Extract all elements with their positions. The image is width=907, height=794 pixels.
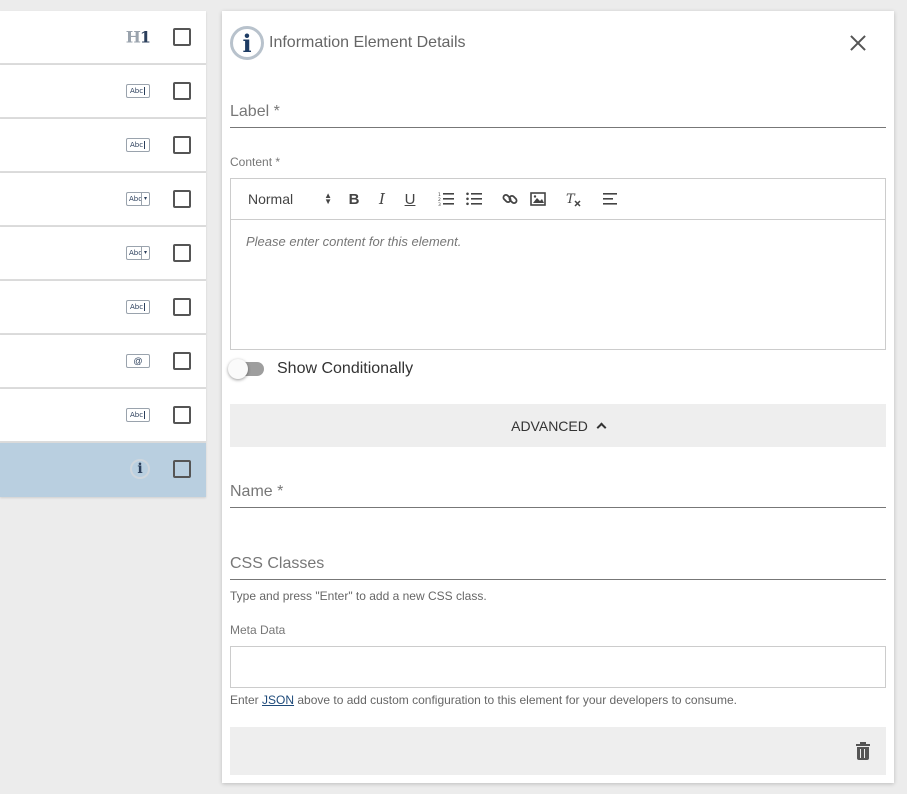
text-field-icon: Abc: [126, 84, 150, 98]
panel-title: Information Element Details: [269, 34, 466, 51]
editor-toolbar: Normal ▲ ▼ B I U 1 2 3 T: [231, 179, 885, 220]
content-editor-area[interactable]: Please enter content for this element.: [231, 220, 885, 263]
list-item[interactable]: Abc ▾: [0, 227, 206, 281]
info-icon: i: [230, 26, 264, 60]
item-checkbox[interactable]: [173, 190, 191, 208]
item-checkbox[interactable]: [173, 82, 191, 100]
updown-icon: ▲ ▼: [324, 191, 332, 206]
link-icon: [502, 194, 518, 204]
text-field-icon: Abc: [126, 138, 150, 152]
list-item[interactable]: @: [0, 335, 206, 389]
clear-format-icon: T: [566, 192, 581, 207]
content-placeholder: Please enter content for this element.: [246, 234, 462, 249]
list-item-selected[interactable]: i: [0, 443, 206, 497]
text-field-icon: Abc: [126, 300, 150, 314]
close-icon[interactable]: [848, 33, 868, 53]
item-checkbox[interactable]: [173, 136, 191, 154]
list-item[interactable]: Abc: [0, 119, 206, 173]
name-input[interactable]: [230, 477, 886, 508]
show-conditionally-row: Show Conditionally: [228, 357, 414, 381]
css-field-wrapper: [230, 549, 886, 580]
item-checkbox[interactable]: [173, 298, 191, 316]
heading-icon: H1: [125, 27, 151, 47]
element-details-panel: i Information Element Details Content * …: [222, 11, 894, 783]
list-item[interactable]: Abc ▾: [0, 173, 206, 227]
item-checkbox[interactable]: [173, 244, 191, 262]
image-icon: [530, 192, 546, 206]
ordered-list-icon: 1 2 3: [438, 192, 454, 206]
list-item[interactable]: H1: [0, 11, 206, 65]
item-checkbox[interactable]: [173, 406, 191, 424]
info-icon: i: [130, 459, 150, 479]
chevron-up-icon: [596, 422, 607, 433]
label-input[interactable]: [230, 97, 886, 128]
advanced-toggle-button[interactable]: ADVANCED: [230, 404, 886, 447]
panel-header: i Information Element Details: [230, 25, 466, 61]
trash-icon[interactable]: [856, 742, 870, 760]
bold-button[interactable]: B: [340, 187, 368, 211]
list-item[interactable]: Abc: [0, 65, 206, 119]
element-list: H1 Abc Abc Abc ▾ Abc ▾ Abc @ Abc i: [0, 11, 206, 497]
panel-footer: [230, 727, 886, 775]
bullet-list-button[interactable]: [460, 187, 488, 211]
meta-data-input[interactable]: [230, 646, 886, 688]
italic-button[interactable]: I: [368, 187, 396, 211]
item-checkbox[interactable]: [173, 460, 191, 478]
json-link[interactable]: JSON: [262, 693, 294, 707]
ordered-list-button[interactable]: 1 2 3: [432, 187, 460, 211]
underline-button[interactable]: U: [396, 187, 424, 211]
item-checkbox[interactable]: [173, 28, 191, 46]
align-button[interactable]: [596, 187, 624, 211]
css-classes-input[interactable]: [230, 549, 886, 580]
bullet-list-icon: [466, 192, 482, 206]
link-button[interactable]: [496, 187, 524, 211]
meta-data-label: Meta Data: [230, 623, 286, 637]
show-conditionally-toggle[interactable]: [228, 359, 264, 379]
dropdown-icon: Abc ▾: [126, 192, 150, 206]
content-editor: Normal ▲ ▼ B I U 1 2 3 T Please enter co…: [230, 178, 886, 350]
meta-helper-text: Enter JSON above to add custom configura…: [230, 693, 737, 707]
css-helper-text: Type and press "Enter" to add a new CSS …: [230, 589, 487, 603]
clear-format-button[interactable]: T: [560, 187, 588, 211]
email-field-icon: @: [126, 354, 150, 368]
svg-text:3: 3: [438, 202, 441, 206]
list-item[interactable]: Abc: [0, 281, 206, 335]
label-field-wrapper: [230, 97, 886, 128]
name-field-wrapper: [230, 477, 886, 508]
format-select[interactable]: Normal ▲ ▼: [248, 191, 332, 207]
list-item[interactable]: Abc: [0, 389, 206, 443]
image-button[interactable]: [524, 187, 552, 211]
content-label: Content *: [230, 155, 281, 169]
dropdown-icon: Abc ▾: [126, 246, 150, 260]
svg-text:T: T: [566, 192, 576, 207]
text-field-icon: Abc: [126, 408, 150, 422]
item-checkbox[interactable]: [173, 352, 191, 370]
show-conditionally-label: Show Conditionally: [277, 360, 414, 377]
align-left-icon: [603, 193, 617, 205]
